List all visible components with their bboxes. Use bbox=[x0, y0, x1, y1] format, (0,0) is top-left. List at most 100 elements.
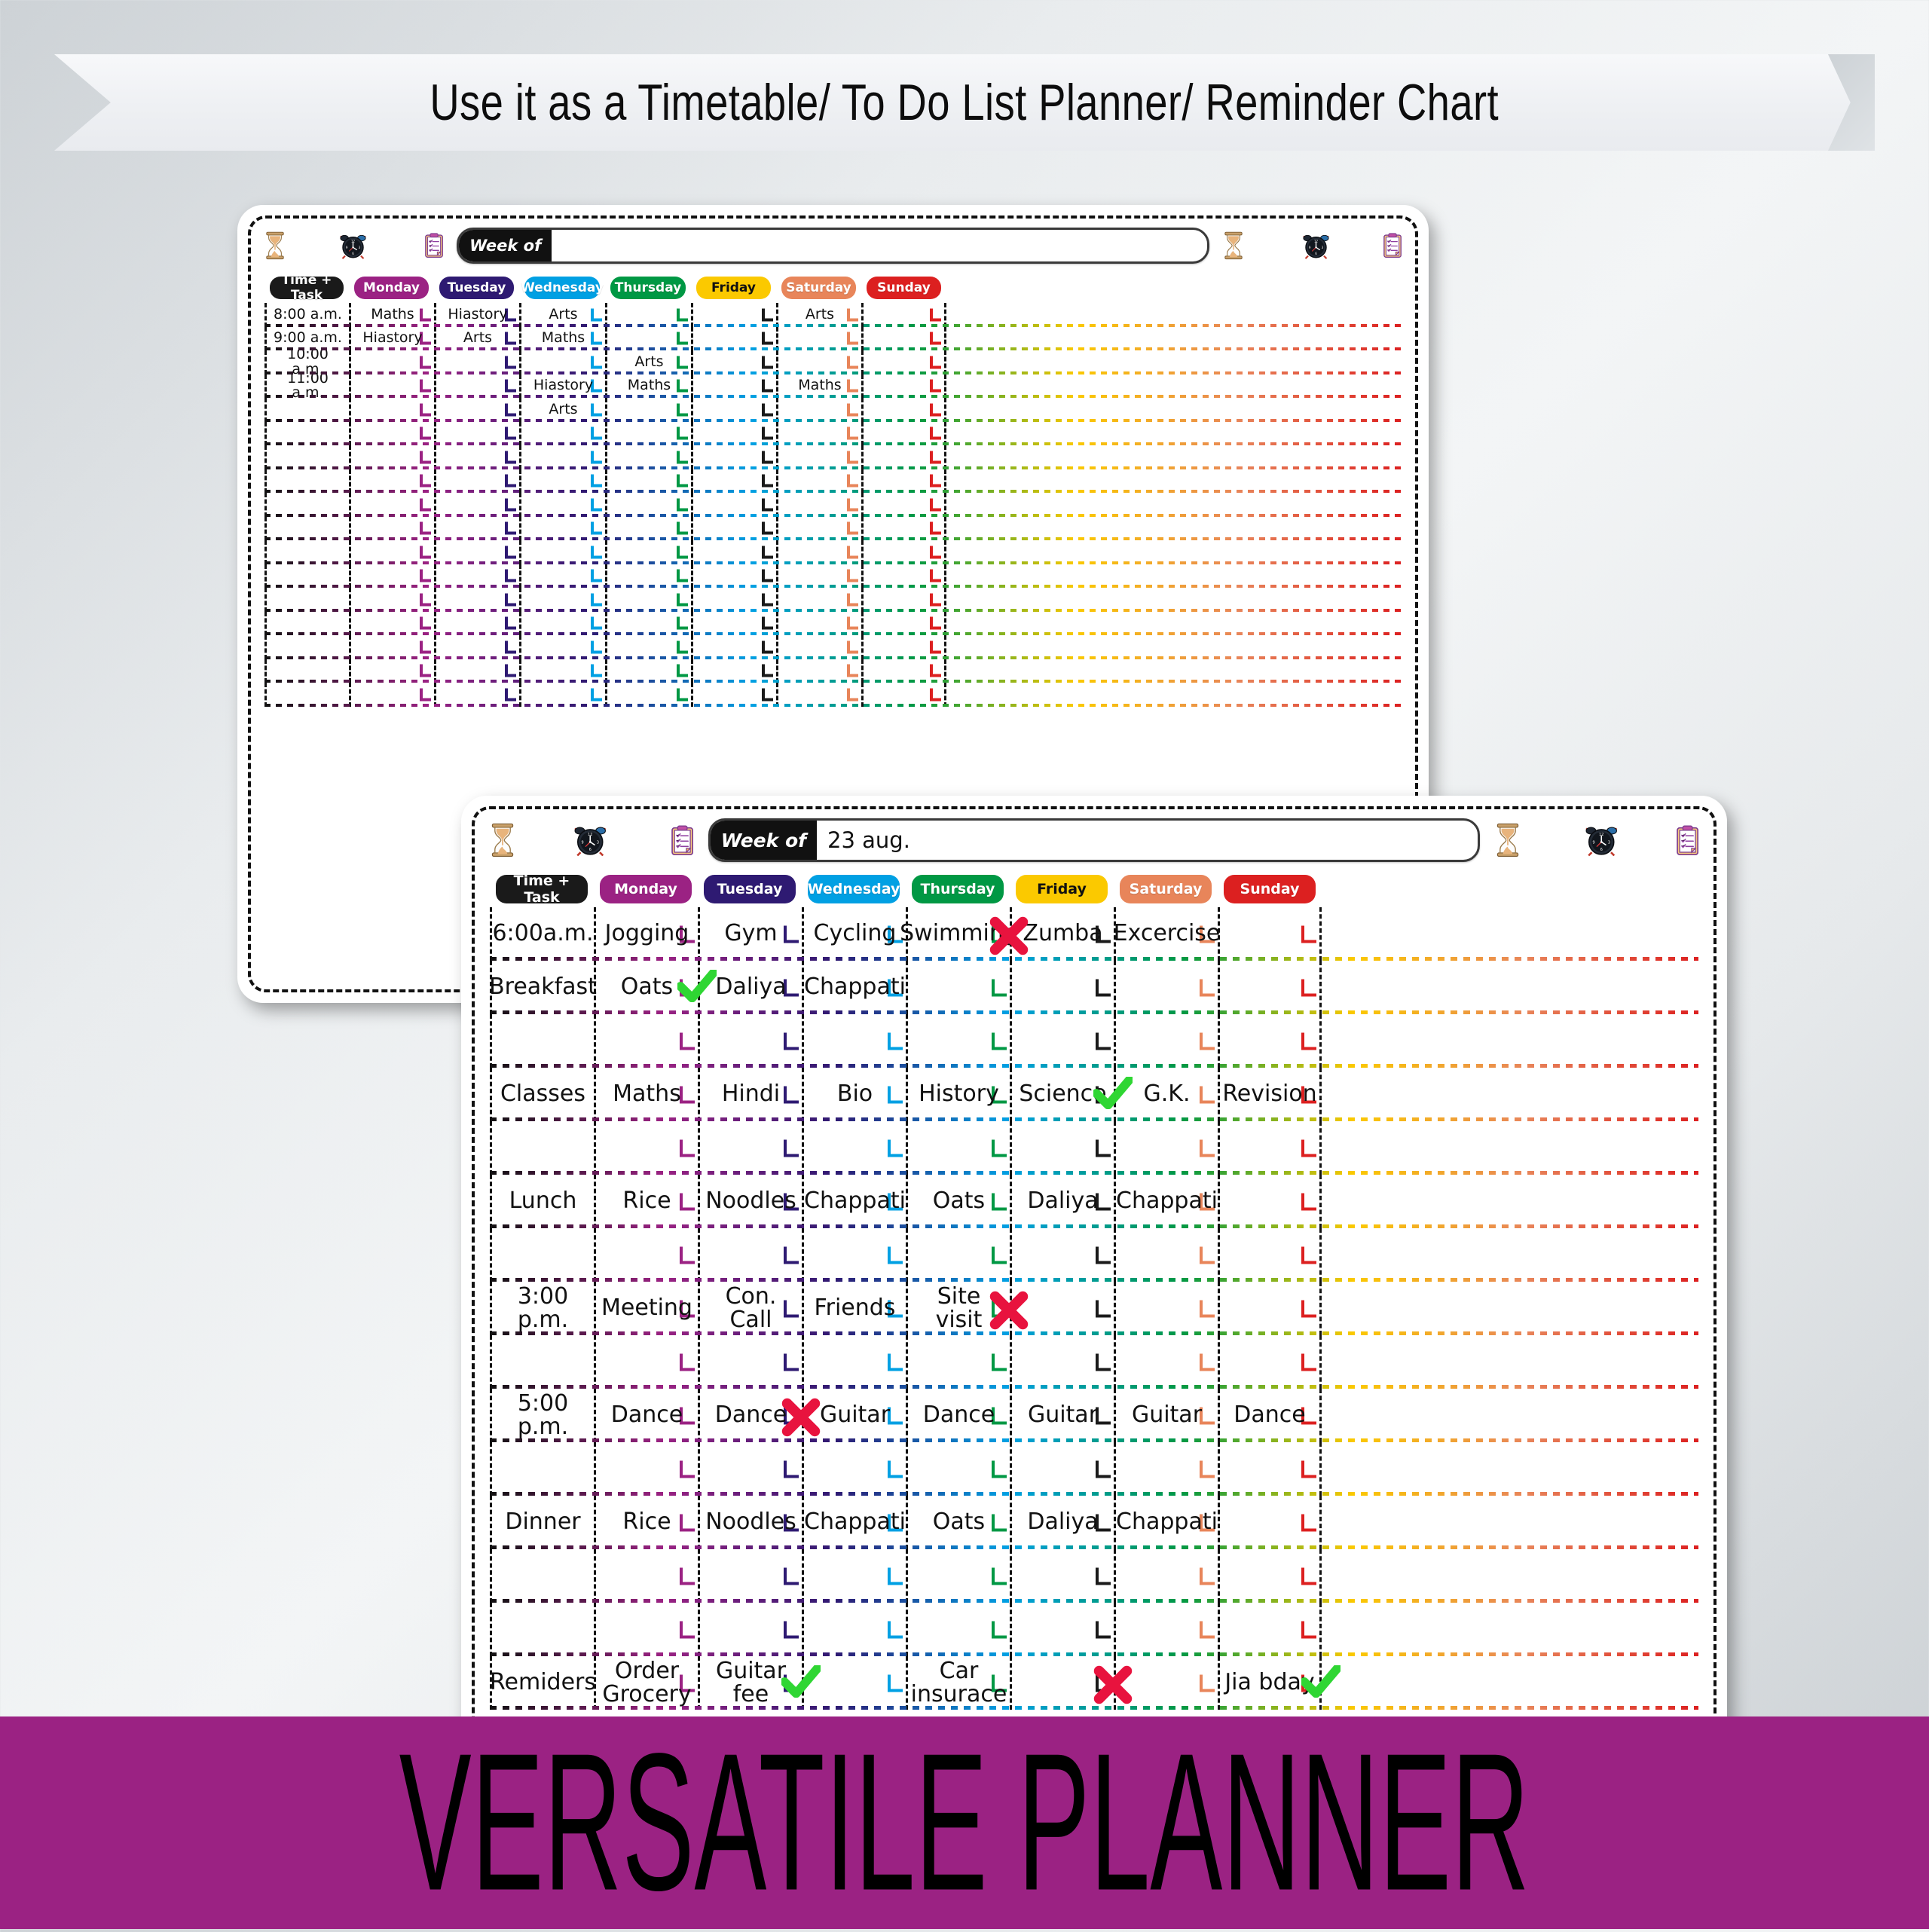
schedule-cell[interactable] bbox=[698, 1603, 802, 1656]
checkbox-bracket[interactable] bbox=[677, 403, 688, 417]
schedule-cell[interactable] bbox=[1114, 1656, 1218, 1710]
checkbox-bracket[interactable] bbox=[677, 308, 688, 322]
checkbox-bracket[interactable] bbox=[762, 403, 773, 417]
checkbox-bracket[interactable] bbox=[505, 332, 516, 345]
checkbox-bracket[interactable] bbox=[591, 451, 602, 464]
checkbox-bracket[interactable] bbox=[930, 569, 941, 582]
checkbox-bracket[interactable] bbox=[420, 616, 431, 630]
checkbox-bracket[interactable] bbox=[1096, 1353, 1111, 1371]
checkbox-bracket[interactable] bbox=[1096, 1139, 1111, 1157]
schedule-cell[interactable] bbox=[1218, 1228, 1322, 1282]
checkbox-bracket[interactable] bbox=[888, 1246, 903, 1264]
checkbox-bracket[interactable] bbox=[505, 569, 516, 582]
schedule-cell[interactable] bbox=[594, 1014, 698, 1068]
checkbox-bracket[interactable] bbox=[505, 521, 516, 535]
column-header-wednesday[interactable]: Wednesday bbox=[808, 875, 900, 903]
schedule-cell[interactable]: Maths bbox=[594, 1068, 698, 1121]
checkbox-bracket[interactable] bbox=[888, 1032, 903, 1050]
schedule-cell[interactable] bbox=[802, 1656, 906, 1710]
schedule-cell[interactable]: Chappati bbox=[1114, 1496, 1218, 1549]
schedule-cell[interactable] bbox=[1010, 1121, 1114, 1175]
checkbox-bracket[interactable] bbox=[847, 569, 858, 582]
schedule-cell[interactable] bbox=[1010, 1442, 1114, 1496]
checkbox-bracket[interactable] bbox=[591, 664, 602, 677]
checkbox-bracket[interactable] bbox=[784, 1139, 799, 1157]
checkbox-bracket[interactable] bbox=[847, 356, 858, 369]
checkbox-bracket[interactable] bbox=[930, 664, 941, 677]
checkbox-bracket[interactable] bbox=[1301, 1460, 1316, 1478]
schedule-cell[interactable] bbox=[1114, 1014, 1218, 1068]
schedule-cell[interactable]: Chappati bbox=[802, 1175, 906, 1228]
time-task-cell[interactable]: 5:00 p.m. bbox=[490, 1389, 594, 1442]
checkbox-bracket[interactable] bbox=[992, 1246, 1007, 1264]
checkbox-bracket[interactable] bbox=[1200, 1621, 1215, 1638]
schedule-cell[interactable] bbox=[1010, 1228, 1114, 1282]
schedule-cell[interactable] bbox=[1218, 961, 1322, 1014]
checkbox-bracket[interactable] bbox=[1200, 1567, 1215, 1585]
schedule-cell[interactable] bbox=[906, 1014, 1010, 1068]
checkbox-bracket[interactable] bbox=[591, 403, 602, 417]
schedule-cell[interactable] bbox=[1010, 1335, 1114, 1389]
time-task-cell[interactable]: 3:00 p.m. bbox=[490, 1282, 594, 1335]
time-task-cell[interactable]: Classes bbox=[490, 1068, 594, 1121]
checkbox-bracket[interactable] bbox=[930, 403, 941, 417]
checkbox-bracket[interactable] bbox=[992, 1139, 1007, 1157]
schedule-cell[interactable] bbox=[1218, 1496, 1322, 1549]
checkbox-bracket[interactable] bbox=[784, 1621, 799, 1638]
checkbox-bracket[interactable] bbox=[1200, 1246, 1215, 1264]
checkbox-bracket[interactable] bbox=[762, 546, 773, 559]
checkbox-bracket[interactable] bbox=[762, 332, 773, 345]
week-of-field[interactable]: Week of 23 aug. bbox=[708, 818, 1481, 862]
checkbox-bracket[interactable] bbox=[762, 521, 773, 535]
schedule-cell[interactable] bbox=[698, 1121, 802, 1175]
schedule-cell[interactable] bbox=[1114, 1335, 1218, 1389]
time-task-cell[interactable] bbox=[490, 1549, 594, 1603]
checkbox-bracket[interactable] bbox=[1301, 1514, 1316, 1531]
checkbox-bracket[interactable] bbox=[505, 593, 516, 607]
checkbox-bracket[interactable] bbox=[1301, 1193, 1316, 1210]
checkbox-bracket[interactable] bbox=[930, 688, 941, 702]
column-header-friday[interactable]: Friday bbox=[1016, 875, 1108, 903]
checkbox-bracket[interactable] bbox=[930, 546, 941, 559]
schedule-cell[interactable] bbox=[802, 1442, 906, 1496]
checkbox-bracket[interactable] bbox=[1200, 1460, 1215, 1478]
checkbox-bracket[interactable] bbox=[420, 569, 431, 582]
schedule-cell[interactable] bbox=[594, 1121, 698, 1175]
schedule-cell[interactable]: Oats bbox=[906, 1175, 1010, 1228]
checkbox-bracket[interactable] bbox=[420, 379, 431, 393]
schedule-cell[interactable] bbox=[1114, 961, 1218, 1014]
checkbox-bracket[interactable] bbox=[420, 688, 431, 702]
schedule-cell[interactable] bbox=[1114, 1282, 1218, 1335]
schedule-cell[interactable]: Science bbox=[1010, 1068, 1114, 1121]
checkbox-bracket[interactable] bbox=[888, 1139, 903, 1157]
checkbox-bracket[interactable] bbox=[1096, 979, 1111, 996]
checkbox-bracket[interactable] bbox=[591, 546, 602, 559]
checkbox-bracket[interactable] bbox=[888, 1086, 903, 1103]
checkbox-bracket[interactable] bbox=[784, 1246, 799, 1264]
time-task-cell[interactable] bbox=[490, 1228, 594, 1282]
checkbox-bracket[interactable] bbox=[847, 403, 858, 417]
checkbox-bracket[interactable] bbox=[505, 451, 516, 464]
column-header-monday[interactable]: Monday bbox=[354, 277, 429, 299]
schedule-cell[interactable]: Guitar bbox=[802, 1389, 906, 1442]
checkbox-bracket[interactable] bbox=[847, 521, 858, 535]
schedule-cell[interactable]: Dance bbox=[698, 1389, 802, 1442]
schedule-cell[interactable] bbox=[1010, 1549, 1114, 1603]
checkbox-bracket[interactable] bbox=[992, 1567, 1007, 1585]
checkbox-bracket[interactable] bbox=[677, 640, 688, 654]
checkbox-bracket[interactable] bbox=[677, 664, 688, 677]
checkbox-bracket[interactable] bbox=[1096, 1567, 1111, 1585]
checkbox-bracket[interactable] bbox=[784, 925, 799, 943]
checkbox-bracket[interactable] bbox=[762, 308, 773, 322]
schedule-cell[interactable] bbox=[906, 1603, 1010, 1656]
checkbox-bracket[interactable] bbox=[591, 308, 602, 322]
checkbox-bracket[interactable] bbox=[591, 332, 602, 345]
schedule-cell[interactable]: Order Grocery bbox=[594, 1656, 698, 1710]
schedule-cell[interactable]: Daliya bbox=[1010, 1175, 1114, 1228]
column-header-saturday[interactable]: Saturday bbox=[781, 277, 856, 299]
checkbox-bracket[interactable] bbox=[1301, 1621, 1316, 1638]
schedule-cell[interactable]: Gym bbox=[698, 907, 802, 961]
checkbox-bracket[interactable] bbox=[847, 546, 858, 559]
schedule-cell[interactable]: History bbox=[906, 1068, 1010, 1121]
checkbox-bracket[interactable] bbox=[420, 403, 431, 417]
